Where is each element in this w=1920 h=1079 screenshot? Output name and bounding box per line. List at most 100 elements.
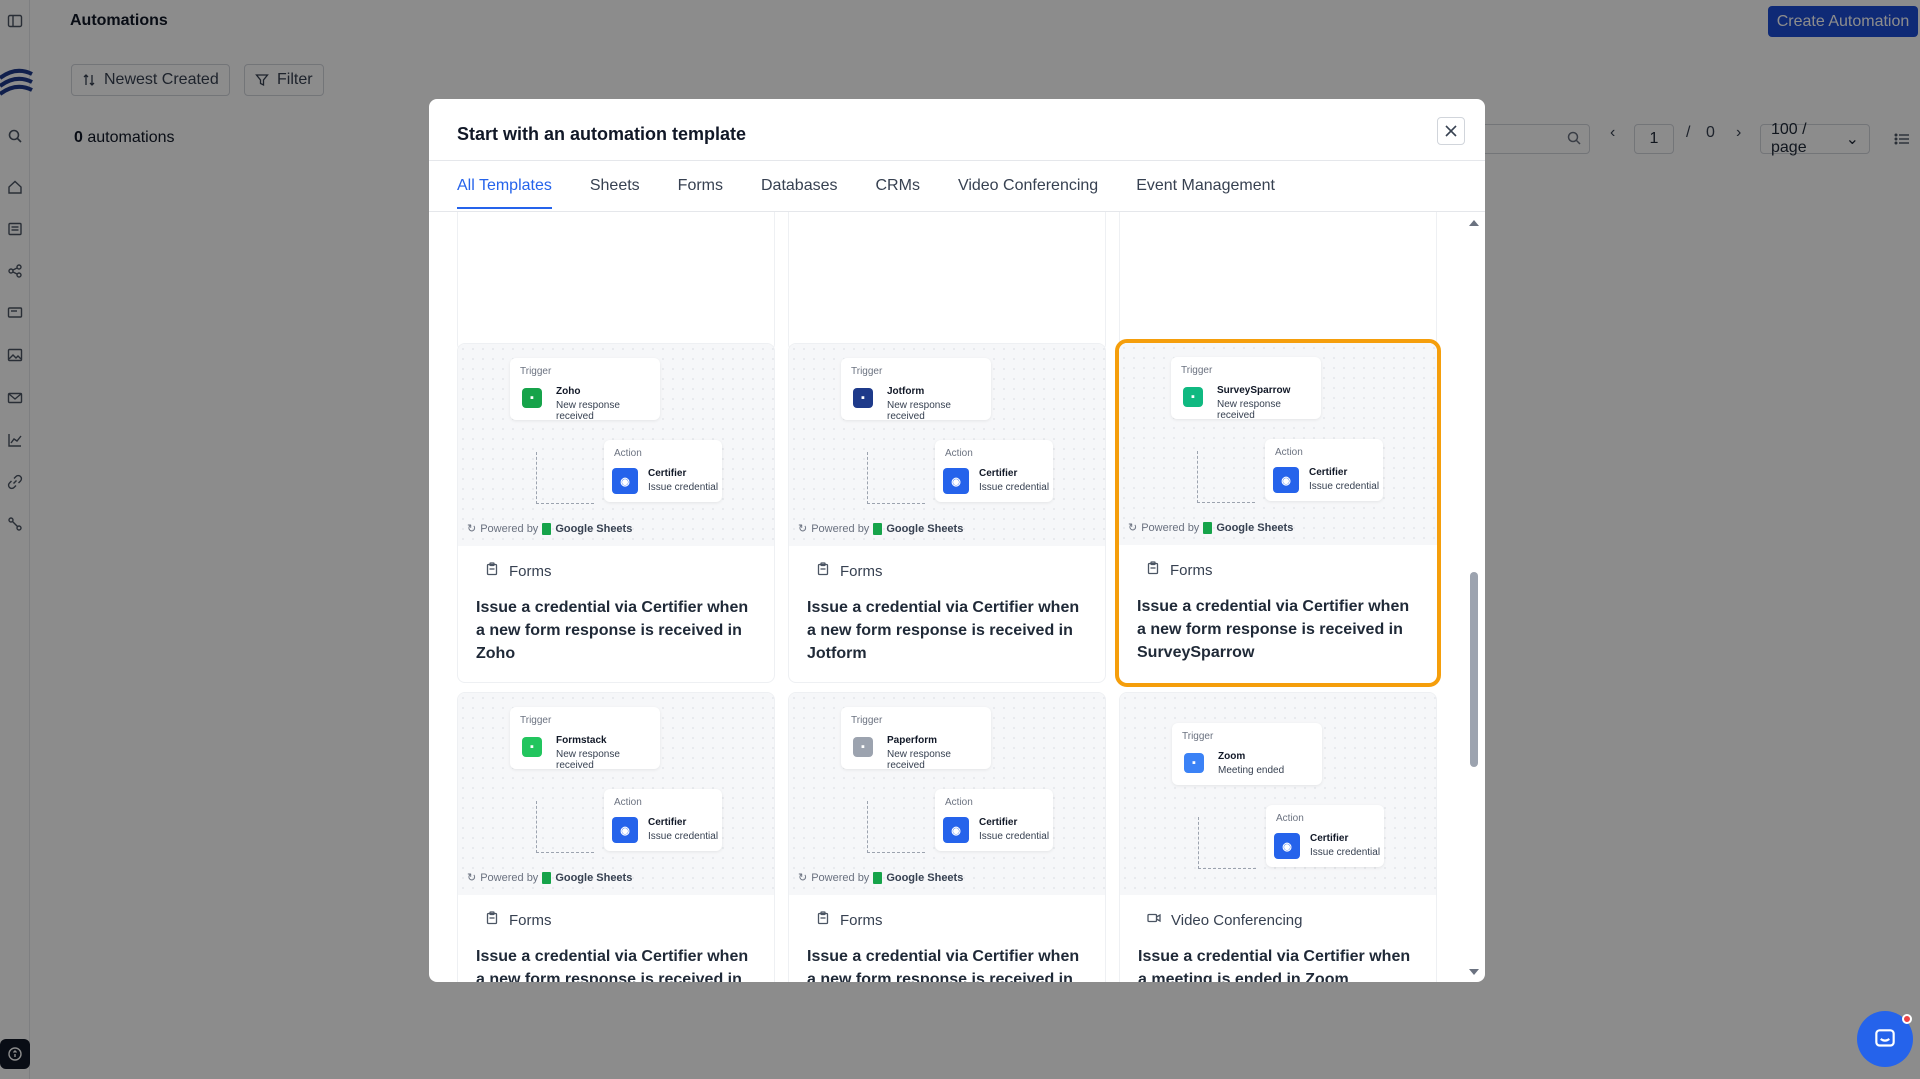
trigger-app: Zoom — [1218, 751, 1246, 762]
action-node: Action ◉ Certifier Issue credential — [935, 789, 1053, 851]
action-node: Action ◉ Certifier Issue credential — [1265, 439, 1383, 501]
refresh-icon: ↻ — [1128, 522, 1138, 534]
modal-divider — [429, 160, 1485, 161]
trigger-event: New response received — [887, 749, 951, 771]
trigger-label: Trigger — [851, 366, 883, 377]
powered-by-prefix: Powered by — [480, 522, 539, 535]
trigger-event: Meeting ended — [1218, 765, 1285, 776]
flow-connector — [1197, 451, 1255, 503]
action-event: Issue credential — [648, 482, 719, 493]
google-sheets-icon — [542, 871, 552, 884]
card-category-label: Forms — [509, 562, 552, 580]
action-event: Issue credential — [1310, 847, 1381, 858]
card-category: Forms — [485, 911, 552, 929]
card-category-label: Forms — [840, 562, 883, 580]
workflow-preview: Trigger ▪ SurveySparrow New response receiv… — [1119, 343, 1437, 545]
template-card[interactable]: Trigger ▪ Zoho New response received Action ◉… — [457, 343, 775, 683]
trigger-label: Trigger — [520, 366, 552, 377]
card-category: Forms — [816, 911, 883, 929]
powered-by: ↻ Powered by Google Sheets — [798, 522, 963, 535]
template-card[interactable]: Trigger ▪ Jotform New response received Acti… — [788, 343, 1106, 683]
card-description: Issue a credential via Certifier when a … — [476, 599, 749, 662]
certifier-icon: ◉ — [1274, 833, 1300, 859]
card-description: Issue a credential via Certifier when a … — [1137, 598, 1410, 661]
scroll-up-icon[interactable] — [1469, 220, 1479, 226]
action-label: Action — [1276, 813, 1304, 824]
card-category-label: Forms — [840, 911, 883, 929]
trigger-event: New response received — [556, 749, 620, 771]
tab-databases[interactable]: Databases — [761, 177, 838, 209]
refresh-icon: ↻ — [798, 872, 808, 884]
trigger-node: Trigger ▪ Zoom Meeting ended — [1172, 723, 1322, 785]
powered-by-prefix: Powered by — [480, 871, 539, 884]
clipboard-icon — [816, 562, 830, 580]
powered-by-app: Google Sheets — [886, 871, 964, 884]
chat-icon — [1875, 1029, 1895, 1047]
formstack-icon: ▪ — [522, 737, 542, 757]
powered-by: ↻ Powered by Google Sheets — [798, 871, 963, 884]
template-card[interactable]: Trigger ▪ Formstack New response received Ac… — [457, 692, 775, 982]
workflow-preview: Trigger ▪ Jotform New response received Acti… — [789, 344, 1105, 546]
tab-video-conferencing[interactable]: Video Conferencing — [958, 177, 1098, 209]
template-card[interactable]: CRMsIssue a credential via Certifier whe… — [457, 212, 775, 352]
action-label: Action — [1275, 447, 1303, 458]
card-category-label: Forms — [509, 911, 552, 929]
action-app: Certifier — [1309, 467, 1348, 478]
scroll-down-icon[interactable] — [1469, 969, 1479, 975]
close-icon — [1445, 125, 1457, 137]
action-label: Action — [614, 797, 642, 808]
clipboard-icon — [485, 911, 499, 929]
trigger-label: Trigger — [1182, 731, 1214, 742]
card-category: Forms — [485, 562, 552, 580]
trigger-label: Trigger — [1181, 365, 1213, 376]
trigger-node: Trigger ▪ Zoho New response received — [510, 358, 660, 422]
powered-by-app: Google Sheets — [886, 522, 964, 535]
zoom-icon: ▪ — [1184, 753, 1204, 773]
flow-connector — [867, 801, 925, 853]
flow-connector — [536, 452, 594, 504]
tab-sheets[interactable]: Sheets — [590, 177, 640, 209]
close-button[interactable] — [1437, 117, 1465, 145]
card-category: Forms — [816, 562, 883, 580]
action-label: Action — [945, 448, 973, 459]
action-event: Issue credential — [979, 482, 1050, 493]
surveysparrow-icon: ▪ — [1183, 387, 1203, 407]
trigger-event: New response received — [1217, 399, 1281, 421]
powered-by-app: Google Sheets — [1216, 521, 1294, 534]
scrollbar-thumb[interactable] — [1470, 572, 1478, 767]
template-card[interactable]: Trigger ▪ Zoom Meeting ended Action ◉ Certifie… — [1119, 692, 1437, 982]
card-category: Video Conferencing — [1147, 911, 1302, 929]
card-description: Issue a credential via Certifier when a … — [1138, 948, 1411, 982]
clipboard-icon — [485, 562, 499, 580]
template-card[interactable]: Trigger ▪ SurveySparrow New response receiv… — [1115, 339, 1441, 687]
powered-by: ↻ Powered by Google Sheets — [1128, 521, 1293, 534]
trigger-app: Paperform — [887, 735, 938, 746]
refresh-icon: ↻ — [467, 523, 477, 535]
tab-crms[interactable]: CRMs — [876, 177, 920, 209]
template-card[interactable]: CRMsIssue a credential via Certifier whe… — [1119, 212, 1437, 352]
template-grid-scroll[interactable]: CRMsIssue a credential via Certifier whe… — [429, 212, 1485, 982]
tab-all-templates[interactable]: All Templates — [457, 177, 552, 209]
trigger-node: Trigger ▪ SurveySparrow New response receiv… — [1171, 357, 1321, 421]
flow-connector — [536, 801, 594, 853]
jotform-icon: ▪ — [853, 388, 873, 408]
trigger-app: Formstack — [556, 735, 607, 746]
template-card[interactable]: SheetsIssue a credential via Certifier w… — [788, 212, 1106, 352]
trigger-label: Trigger — [851, 715, 883, 726]
powered-by-app: Google Sheets — [555, 871, 633, 884]
action-node: Action ◉ Certifier Issue credential — [1266, 805, 1384, 867]
trigger-event: New response received — [887, 400, 951, 422]
powered-by-prefix: Powered by — [811, 522, 870, 535]
action-event: Issue credential — [1309, 481, 1380, 492]
trigger-node: Trigger ▪ Jotform New response received — [841, 358, 991, 422]
paperform-icon: ▪ — [853, 737, 873, 757]
trigger-node: Trigger ▪ Formstack New response received — [510, 707, 660, 771]
tab-forms[interactable]: Forms — [678, 177, 723, 209]
template-card[interactable]: Trigger ▪ Paperform New response received Ac… — [788, 692, 1106, 982]
action-app: Certifier — [648, 817, 687, 828]
action-node: Action ◉ Certifier Issue credential — [935, 440, 1053, 502]
tab-event-management[interactable]: Event Management — [1136, 177, 1275, 209]
action-app: Certifier — [648, 468, 687, 479]
flow-connector — [1198, 817, 1256, 869]
powered-by-prefix: Powered by — [1141, 521, 1200, 534]
